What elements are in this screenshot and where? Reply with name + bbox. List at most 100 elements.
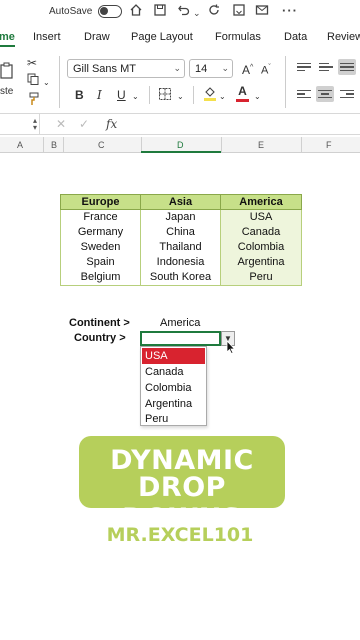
table-header-asia[interactable]: Asia bbox=[140, 194, 221, 210]
table-cell[interactable]: Canada bbox=[221, 226, 301, 238]
fill-color-icon[interactable] bbox=[203, 85, 217, 104]
font-color-bar bbox=[236, 99, 249, 102]
tab-page-layout[interactable]: Page Layout bbox=[131, 31, 193, 43]
save-icon[interactable] bbox=[153, 3, 167, 21]
table-cell[interactable]: USA bbox=[221, 211, 301, 223]
asia-column: Japan China Thailand Indonesia South Kor… bbox=[140, 210, 221, 286]
undo-icon[interactable] bbox=[177, 3, 191, 21]
table-cell[interactable]: Argentina bbox=[221, 256, 301, 268]
ribbon-separator bbox=[59, 56, 60, 108]
table-cell[interactable]: Thailand bbox=[141, 241, 220, 253]
paste-icon[interactable] bbox=[0, 62, 14, 83]
tab-draw[interactable]: Draw bbox=[84, 31, 110, 43]
dropdown-option[interactable]: Peru bbox=[142, 411, 205, 427]
country-dropdown-list: USA Canada Colombia Argentina Peru bbox=[140, 346, 207, 426]
ribbon-separator bbox=[193, 86, 194, 104]
align-right-icon[interactable] bbox=[338, 86, 356, 102]
font-name-select[interactable]: Gill Sans MT ⌄ bbox=[67, 59, 185, 78]
column-divider bbox=[221, 137, 222, 153]
column-header-b[interactable]: B bbox=[51, 140, 57, 150]
table-cell[interactable]: South Korea bbox=[141, 271, 220, 283]
tab-formulas[interactable]: Formulas bbox=[215, 31, 261, 43]
grow-font-button[interactable]: A^ bbox=[242, 61, 253, 77]
bold-button[interactable]: B bbox=[75, 88, 84, 102]
country-input-cell[interactable] bbox=[140, 331, 221, 346]
borders-icon[interactable] bbox=[158, 87, 172, 104]
align-center-icon[interactable] bbox=[316, 86, 334, 102]
column-header-a[interactable]: A bbox=[17, 140, 23, 150]
continent-label: Continent > bbox=[69, 317, 130, 329]
table-cell[interactable]: Peru bbox=[221, 271, 301, 283]
cut-icon[interactable]: ✂ bbox=[27, 56, 37, 70]
column-header-f[interactable]: F bbox=[326, 140, 332, 150]
table-cell[interactable]: China bbox=[141, 226, 220, 238]
tab-review[interactable]: Review bbox=[327, 31, 360, 43]
font-color-dropdown-icon[interactable]: ⌄ bbox=[254, 90, 261, 104]
more-icon[interactable]: ··· bbox=[282, 3, 298, 19]
borders-dropdown-icon[interactable]: ⌄ bbox=[177, 90, 184, 104]
copy-icon[interactable] bbox=[27, 73, 39, 88]
italic-button[interactable]: I bbox=[97, 88, 102, 102]
dropdown-option[interactable]: Canada bbox=[142, 364, 205, 380]
america-column: USA Canada Colombia Argentina Peru bbox=[220, 210, 302, 286]
dropdown-option[interactable]: USA bbox=[142, 348, 205, 364]
shrink-font-button[interactable]: Aˇ bbox=[261, 61, 271, 78]
paste-label: ste bbox=[0, 86, 14, 97]
refresh-icon[interactable] bbox=[207, 3, 221, 21]
autosave-label: AutoSave bbox=[49, 6, 93, 17]
mail-icon[interactable] bbox=[255, 3, 269, 21]
tab-insert[interactable]: Insert bbox=[33, 31, 61, 43]
table-header-america[interactable]: America bbox=[220, 194, 302, 210]
title-bar: AutoSave ⌄ ··· bbox=[0, 0, 360, 24]
mouse-cursor-icon bbox=[226, 340, 236, 354]
table-cell[interactable]: Japan bbox=[141, 211, 220, 223]
ribbon-separator bbox=[285, 56, 286, 108]
function-icon[interactable]: fx bbox=[106, 117, 117, 131]
column-header-e[interactable]: E bbox=[258, 140, 264, 150]
chevron-down-icon: ⌄ bbox=[221, 63, 229, 73]
name-box-stepper-icon[interactable]: ▴ ▾ bbox=[33, 117, 37, 132]
continent-value-cell[interactable]: America bbox=[160, 317, 200, 329]
column-header-d[interactable]: D bbox=[177, 140, 184, 150]
ribbon-separator bbox=[149, 86, 150, 104]
column-divider bbox=[43, 137, 44, 153]
tab-home[interactable]: me bbox=[0, 31, 15, 43]
formula-input[interactable] bbox=[125, 114, 360, 134]
enter-icon[interactable]: ✓ bbox=[79, 117, 89, 131]
cancel-icon[interactable]: ✕ bbox=[56, 117, 66, 131]
tab-data[interactable]: Data bbox=[284, 31, 307, 43]
table-cell[interactable]: France bbox=[61, 211, 140, 223]
active-tab-indicator bbox=[0, 45, 15, 47]
dropdown-option[interactable]: Colombia bbox=[142, 380, 205, 396]
chevron-down-icon: ⌄ bbox=[173, 63, 181, 73]
europe-column: France Germany Sweden Spain Belgium bbox=[60, 210, 141, 286]
fill-color-dropdown-icon[interactable]: ⌄ bbox=[219, 90, 226, 104]
font-color-button[interactable]: A bbox=[236, 84, 249, 102]
table-cell[interactable]: Sweden bbox=[61, 241, 140, 253]
table-header-europe[interactable]: Europe bbox=[60, 194, 141, 210]
autosave-toggle[interactable] bbox=[98, 5, 122, 18]
undo-dropdown-icon[interactable]: ⌄ bbox=[193, 5, 201, 21]
underline-dropdown-icon[interactable]: ⌄ bbox=[132, 90, 139, 104]
save-alt-icon[interactable] bbox=[232, 3, 246, 21]
grow-font-letter: A bbox=[242, 63, 251, 77]
align-left-icon[interactable] bbox=[295, 86, 313, 102]
font-color-letter: A bbox=[238, 84, 247, 98]
format-painter-icon[interactable] bbox=[27, 92, 39, 109]
ribbon-tabs: me Insert Draw Page Layout Formulas Data… bbox=[0, 28, 360, 48]
underline-button[interactable]: U bbox=[117, 88, 126, 102]
table-cell[interactable]: Indonesia bbox=[141, 256, 220, 268]
table-cell[interactable]: Belgium bbox=[61, 271, 140, 283]
font-name-value: Gill Sans MT bbox=[73, 63, 136, 75]
align-bottom-icon[interactable] bbox=[338, 59, 356, 75]
table-cell[interactable]: Spain bbox=[61, 256, 140, 268]
align-top-icon[interactable] bbox=[295, 59, 313, 75]
dropdown-option[interactable]: Argentina bbox=[142, 396, 205, 412]
font-size-select[interactable]: 14 ⌄ bbox=[189, 59, 233, 78]
copy-dropdown-icon[interactable]: ⌄ bbox=[43, 76, 50, 90]
home-icon[interactable] bbox=[129, 3, 143, 21]
table-cell[interactable]: Colombia bbox=[221, 241, 301, 253]
align-middle-icon[interactable] bbox=[317, 59, 335, 75]
column-header-c[interactable]: C bbox=[98, 140, 105, 150]
table-cell[interactable]: Germany bbox=[61, 226, 140, 238]
